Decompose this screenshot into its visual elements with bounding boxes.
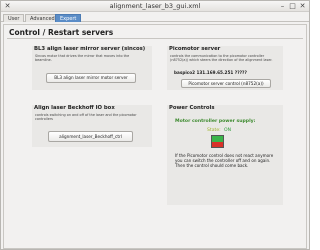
title-bar: ✕ alignment_laser_b3_gui.xml – □ ✕ <box>1 1 309 12</box>
beckhoff-io-panel: Align laser Beckhoff IO box controls swi… <box>32 105 152 147</box>
maximize-icon[interactable]: □ <box>288 2 297 10</box>
main-content: Control / Restart servers BL3 align lase… <box>3 24 307 249</box>
picomotor-panel-description: controls the communication to the picomo… <box>170 54 273 62</box>
window-title: alignment_laser_b3_gui.xml <box>109 2 201 10</box>
app-window: ✕ alignment_laser_b3_gui.xml – □ ✕ User … <box>0 0 310 250</box>
picomotor-panel-title: Picomotor server <box>169 46 221 52</box>
title-divider <box>7 38 303 39</box>
minimize-icon[interactable]: – <box>278 2 287 10</box>
motor-power-label: Motor controller power supply: <box>175 119 256 124</box>
power-controls-panel: Power Controls Motor controller power su… <box>167 105 283 205</box>
power-off-indicator[interactable] <box>212 142 223 147</box>
picomotor-ip-label: baspico2 131.169.65.251 ????? <box>174 70 247 75</box>
sincos-server-panel: BL3 align laser mirror server (sincos) S… <box>32 46 152 90</box>
state-value: ON <box>224 128 232 133</box>
close-icon[interactable]: ✕ <box>298 2 307 10</box>
state-label: State: <box>207 128 221 133</box>
page-title: Control / Restart servers <box>9 28 114 37</box>
beckhoff-panel-description: controls switching on and off of the las… <box>35 113 137 121</box>
power-reset-note: If the Picomotor control does not react … <box>175 153 274 168</box>
sincos-panel-description: Sincos motor that drives the mirror that… <box>35 54 130 62</box>
power-panel-title: Power Controls <box>169 105 215 111</box>
tab-bar: User Advanced Expert <box>1 13 309 22</box>
picomotor-server-button[interactable]: Picomotor server control (n8752(a)) <box>181 79 271 88</box>
beckhoff-ctrl-button[interactable]: alignment_laser_Beckhoff_ctrl <box>48 131 133 142</box>
picomotor-server-panel: Picomotor server controls the communicat… <box>167 46 283 90</box>
power-toggle-switch[interactable] <box>211 135 224 148</box>
sincos-panel-title: BL3 align laser mirror server (sincos) <box>34 46 146 52</box>
tab-expert[interactable]: Expert <box>55 14 82 22</box>
tab-user[interactable]: User <box>3 14 25 22</box>
beckhoff-panel-title: Align laser Beckhoff IO box <box>34 105 115 111</box>
sincos-server-button[interactable]: BL3 align laser mirror motor server <box>46 73 136 83</box>
